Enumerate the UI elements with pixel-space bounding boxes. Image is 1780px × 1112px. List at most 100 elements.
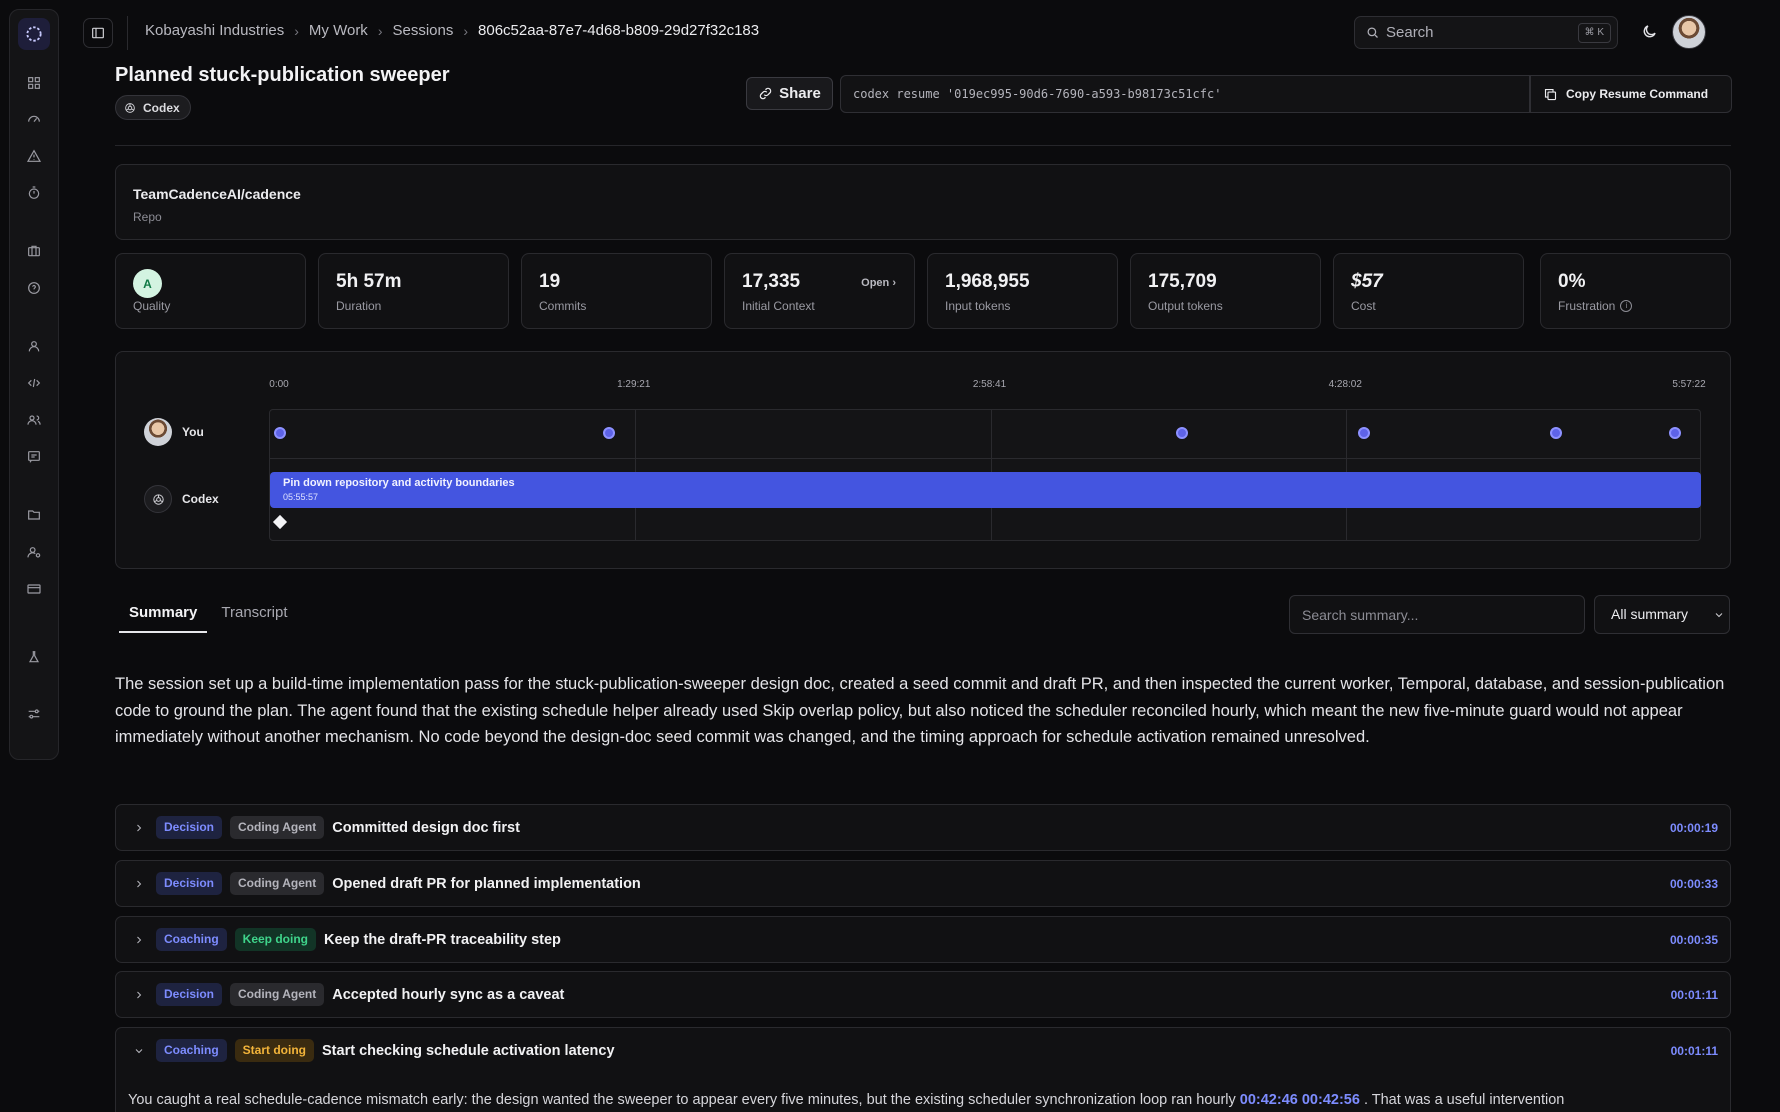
user-message-marker[interactable] bbox=[1549, 427, 1562, 439]
open-context-button[interactable]: Open › bbox=[861, 277, 896, 289]
item-title: Accepted hourly sync as a caveat bbox=[332, 986, 565, 1003]
repo-card: TeamCadenceAI/cadence Repo bbox=[115, 164, 1731, 240]
stat-value: 17,335 bbox=[742, 271, 801, 292]
resume-command-field[interactable]: codex resume '019ec995-90d6-7690-a593-b9… bbox=[840, 75, 1530, 113]
chevron-right-icon: › bbox=[892, 277, 896, 289]
session-summary-text: The session set up a build-time implemen… bbox=[115, 675, 1725, 746]
user-settings-icon[interactable] bbox=[25, 543, 43, 561]
user-icon[interactable] bbox=[25, 337, 43, 355]
timeline-tick-label: 4:28:02 bbox=[1328, 379, 1362, 390]
chevron-right-icon[interactable] bbox=[133, 877, 145, 889]
summary-item[interactable]: Decision Coding Agent Opened draft PR for … bbox=[115, 860, 1731, 907]
global-search[interactable]: Search ⌘ K bbox=[1354, 16, 1618, 49]
quality-grade-badge: A bbox=[133, 269, 162, 298]
briefcase-icon[interactable] bbox=[25, 242, 43, 260]
timeline-agent-row-label: Codex bbox=[144, 485, 219, 513]
chevron-right-icon[interactable] bbox=[133, 821, 145, 833]
avatar bbox=[144, 418, 172, 446]
breadcrumb-my-work[interactable]: My Work bbox=[309, 22, 368, 39]
summary-search-input[interactable] bbox=[1290, 596, 1584, 633]
repo-label: Repo bbox=[133, 210, 162, 224]
item-title: Keep the draft-PR traceability step bbox=[324, 931, 561, 948]
flask-icon[interactable] bbox=[25, 648, 43, 666]
item-tags: Coaching Start doing Start checking schedu… bbox=[156, 1039, 615, 1062]
summary-item[interactable]: Decision Coding Agent Accepted hourly sync… bbox=[115, 971, 1731, 1018]
summary-item[interactable]: Decision Coding Agent Committed design doc… bbox=[115, 804, 1731, 851]
chevron-down-icon[interactable] bbox=[133, 1044, 145, 1056]
user-message-marker[interactable] bbox=[1668, 427, 1681, 439]
folder-user-icon[interactable] bbox=[25, 506, 43, 524]
code-icon[interactable] bbox=[25, 374, 43, 392]
timestamp-reference-link[interactable]: 00:42:46 bbox=[1240, 1092, 1302, 1108]
divider bbox=[127, 16, 128, 50]
user-message-marker[interactable] bbox=[274, 427, 287, 439]
stat-output-tokens: 175,709 Output tokens bbox=[1130, 253, 1321, 329]
summary-item[interactable]: Coaching Keep doing Keep the draft-PR trac… bbox=[115, 916, 1731, 963]
stat-commits: 19 Commits bbox=[521, 253, 712, 329]
stat-label: Quality bbox=[133, 299, 171, 313]
user-avatar[interactable] bbox=[1672, 15, 1706, 49]
chevron-right-icon[interactable] bbox=[133, 988, 145, 1000]
help-icon[interactable] bbox=[25, 279, 43, 297]
stat-label: Frustration i bbox=[1558, 299, 1633, 313]
card-icon[interactable] bbox=[25, 580, 43, 598]
sidebar-toggle-button[interactable] bbox=[83, 18, 113, 48]
task-title: Pin down repository and activity boundar… bbox=[283, 477, 515, 489]
item-timestamp-link[interactable]: 00:01:11 bbox=[1671, 988, 1718, 1002]
stats-row: A Quality 5h 57m Duration 19 Commits 17,… bbox=[115, 253, 1731, 329]
chevron-right-icon: › bbox=[294, 22, 299, 39]
stat-quality: A Quality bbox=[115, 253, 306, 329]
item-timestamp-link[interactable]: 00:01:11 bbox=[1671, 1044, 1718, 1058]
item-timestamp-link[interactable]: 00:00:19 bbox=[1670, 821, 1718, 835]
user-message-marker[interactable] bbox=[1358, 427, 1371, 439]
task-duration: 05:55:57 bbox=[283, 492, 319, 502]
warning-icon[interactable] bbox=[25, 147, 43, 165]
item-timestamp-link[interactable]: 00:00:35 bbox=[1670, 933, 1718, 947]
tab-summary[interactable]: Summary bbox=[119, 597, 208, 633]
item-tags: Coaching Keep doing Keep the draft-PR trac… bbox=[156, 928, 561, 951]
copy-resume-command-button[interactable]: Copy Resume Command bbox=[1530, 75, 1732, 113]
tab-transcript[interactable]: Transcript bbox=[211, 597, 297, 633]
team-icon[interactable] bbox=[25, 411, 43, 429]
timestamp-reference-link[interactable]: 00:42:56 bbox=[1302, 1092, 1364, 1108]
item-type-badge: Coaching bbox=[156, 928, 227, 951]
agent-badge-label: Codex bbox=[143, 100, 180, 115]
theme-toggle-button[interactable] bbox=[1640, 22, 1660, 42]
share-button[interactable]: Share bbox=[746, 77, 833, 110]
chevron-right-icon: › bbox=[377, 22, 383, 39]
item-title: Opened draft PR for planned implementati… bbox=[332, 875, 641, 892]
breadcrumb-session-id: 806c52aa-87e7-4d68-b809-29d27f32c183 bbox=[478, 22, 760, 39]
timeline-tick-label: 1:29:21 bbox=[617, 379, 651, 390]
timer-icon[interactable] bbox=[25, 184, 43, 202]
stat-input-tokens: 1,968,955 Input tokens bbox=[927, 253, 1118, 329]
copy-icon bbox=[1544, 88, 1557, 100]
app-logo[interactable] bbox=[18, 18, 50, 50]
summary-filter-select[interactable]: All summary bbox=[1594, 595, 1730, 634]
item-title: Committed design doc first bbox=[332, 819, 520, 836]
stat-value: 0% bbox=[1558, 271, 1586, 292]
search-icon bbox=[1367, 27, 1378, 38]
chevron-right-icon[interactable] bbox=[133, 933, 145, 945]
dashboard-icon[interactable] bbox=[25, 74, 43, 92]
content-tabs: Summary Transcript bbox=[119, 597, 302, 633]
item-timestamp-link[interactable]: 00:00:33 bbox=[1670, 877, 1718, 891]
agent-task-bar[interactable]: Pin down repository and activity boundar… bbox=[270, 472, 1701, 508]
item-body-text: You caught a real schedule-cadence misma… bbox=[128, 1089, 1718, 1111]
agent-start-marker[interactable] bbox=[272, 514, 288, 530]
search-placeholder: Search bbox=[1386, 24, 1434, 41]
gauge-icon[interactable] bbox=[25, 110, 43, 128]
info-icon[interactable]: i bbox=[1620, 300, 1633, 312]
chevron-right-icon: › bbox=[463, 22, 469, 39]
breadcrumb-org[interactable]: Kobayashi Industries bbox=[145, 22, 284, 39]
user-message-marker[interactable] bbox=[1176, 427, 1189, 439]
item-type-badge: Decision bbox=[156, 872, 223, 895]
user-message-marker[interactable] bbox=[603, 427, 616, 439]
divider bbox=[115, 145, 1731, 146]
messages-icon[interactable] bbox=[25, 448, 43, 466]
summary-item[interactable]: Coaching Start doing Start checking schedu… bbox=[115, 1027, 1731, 1112]
repo-name[interactable]: TeamCadenceAI/cadence bbox=[133, 186, 301, 202]
openai-icon bbox=[123, 101, 137, 115]
stat-cost: $57 Cost bbox=[1333, 253, 1524, 329]
breadcrumb-sessions[interactable]: Sessions bbox=[392, 22, 453, 39]
sliders-icon[interactable] bbox=[25, 705, 43, 723]
